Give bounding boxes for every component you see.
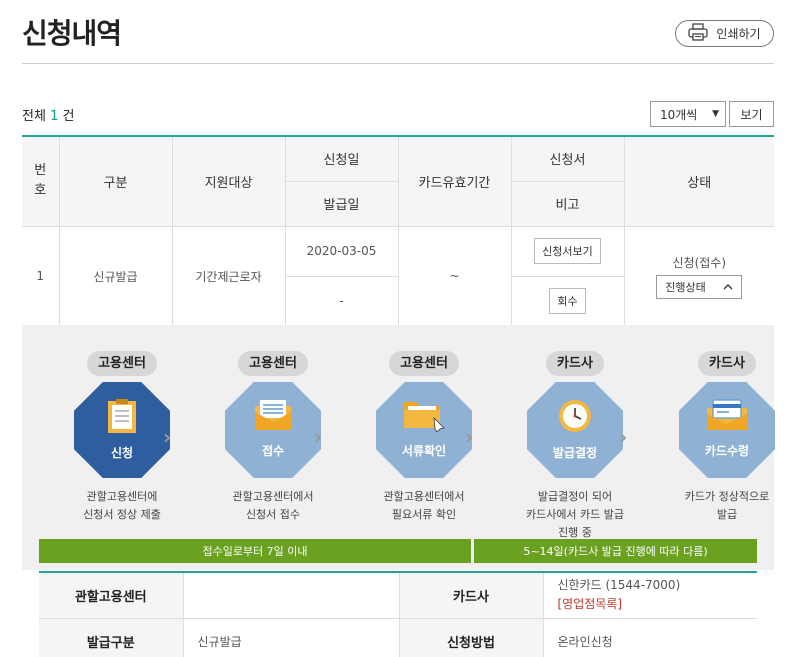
- cell-apply-date: 2020-03-05: [284, 225, 399, 277]
- header-no: 번호: [22, 135, 60, 227]
- step-badge: 신청: [74, 382, 170, 478]
- header-status: 상태: [623, 135, 774, 227]
- step-label: 서류확인: [401, 444, 447, 458]
- per-page-value: 10개씩: [660, 107, 698, 122]
- application-table: 번호 구분 지원대상 신청일 카드유효기간 신청서 상태 발급일 비고 1 신규…: [22, 135, 774, 327]
- step-tag: 고용센터: [238, 351, 308, 376]
- step-badge: 접수: [225, 382, 321, 478]
- step-desc: 관할고용센터에 신청서 정상 제출: [83, 490, 161, 521]
- page-title: 신청내역: [22, 17, 122, 50]
- status-toggle[interactable]: 진행상태: [656, 274, 743, 299]
- total-prefix: 전체: [22, 109, 46, 124]
- chevron-right-icon: ›: [314, 425, 323, 449]
- header-note: 비고: [510, 180, 624, 227]
- clipboard-icon: [105, 398, 139, 438]
- cell-status: 신청(접수) 진행상태: [623, 225, 774, 327]
- issue-type-label: 발급구분: [39, 617, 184, 657]
- chevron-up-icon: [723, 280, 733, 293]
- card-company-value: 신한카드 (1544-7000): [557, 578, 681, 593]
- view-application-button[interactable]: 신청서보기: [534, 238, 601, 264]
- step-desc: 관할고용센터에서 신청서 접수: [232, 490, 314, 521]
- chevron-right-icon: ›: [465, 425, 474, 449]
- step-label: 접수: [261, 444, 285, 458]
- step-label: 발급결정: [552, 446, 598, 460]
- header-issue-date: 발급일: [285, 180, 399, 227]
- status-text: 신청(접수): [672, 255, 727, 270]
- duration-bar-left: 접수일로부터 7일 이내: [39, 539, 471, 563]
- clock-icon: [557, 398, 593, 438]
- step-desc: 발급결정이 되어 카드사에서 카드 발급 진행 중: [525, 490, 625, 539]
- header-application: 신청서: [510, 135, 625, 182]
- step-card-receipt: 카드사 카드수령 카드가 정상적으로 발급: [652, 325, 785, 524]
- step-document-check: 고용센터 서류확인 관할고용센터에서 필요서류 확인: [349, 325, 499, 524]
- view-button[interactable]: 보기: [729, 101, 774, 127]
- step-tag: 고용센터: [87, 351, 157, 376]
- cell-issue-date: -: [285, 275, 399, 327]
- step-apply: 고용센터 신청 관할고용센터에 신청서 정상 제출: [47, 325, 197, 524]
- step-desc: 관할고용센터에서 필요서류 확인: [383, 490, 465, 521]
- cell-target: 기간제근로자: [171, 225, 286, 327]
- card-envelope-icon: [705, 398, 749, 436]
- step-badge: 서류확인: [376, 382, 472, 478]
- folder-icon: [402, 398, 446, 436]
- step-label: 카드수령: [704, 444, 750, 458]
- center-value: [182, 571, 400, 619]
- step-badge: 카드수령: [679, 382, 775, 478]
- total-suffix: 건: [62, 109, 75, 124]
- print-label: 인쇄하기: [716, 27, 761, 41]
- step-label: 신청: [110, 446, 134, 460]
- chevron-right-icon: ›: [619, 425, 628, 449]
- card-company-cell: 신한카드 (1544-7000) [영업점목록]: [542, 571, 758, 619]
- header-category: 구분: [58, 135, 173, 227]
- cell-no: 1: [22, 225, 60, 327]
- step-issue-decision: 카드사 발급결정 발급결정이 되어 카드사에서 카드 발급 진행 중: [500, 325, 650, 542]
- cell-note: 회수: [510, 275, 624, 327]
- header-apply-date: 신청일: [284, 135, 399, 182]
- cell-card-period: ~: [397, 225, 512, 327]
- step-receive: 고용센터 접수 관할고용센터에서 신청서 접수: [198, 325, 348, 524]
- issue-type-value: 신규발급: [182, 617, 400, 657]
- total-count: 전체 1 건: [22, 105, 74, 124]
- center-label: 관할고용센터: [39, 571, 184, 619]
- chevron-right-icon: ›: [163, 425, 172, 449]
- process-steps: 고용센터 신청 관할고용센터에 신청서 정상 제출 › 고용센터 접수 관할고용센…: [22, 325, 775, 570]
- envelope-icon: [253, 398, 293, 436]
- printer-icon: [688, 23, 709, 44]
- duration-bar-right: 5~14일(카드사 발급 진행에 따라 다름): [474, 539, 757, 563]
- method-value: 온라인신청: [542, 617, 757, 657]
- card-company-label: 카드사: [398, 571, 544, 619]
- total-number: 1: [50, 109, 59, 124]
- branch-list-link[interactable]: [영업점목록]: [558, 595, 758, 614]
- status-toggle-label: 진행상태: [665, 280, 706, 294]
- header-target: 지원대상: [171, 135, 286, 227]
- dropdown-arrow-icon: ▼: [712, 109, 719, 119]
- step-desc: 카드가 정상적으로 발급: [684, 490, 770, 521]
- title-divider: [22, 63, 774, 64]
- step-tag: 고용센터: [389, 351, 459, 376]
- table-row: 1 신규발급 기간제근로자 2020-03-05 ~ 신청서보기 신청(접수) …: [22, 225, 774, 327]
- method-label: 신청방법: [398, 617, 544, 657]
- print-button[interactable]: 인쇄하기: [675, 20, 774, 47]
- step-badge: 발급결정: [527, 382, 623, 478]
- cell-category: 신규발급: [58, 225, 173, 327]
- cancel-button[interactable]: 회수: [549, 288, 586, 314]
- header-card-period: 카드유효기간: [397, 135, 512, 227]
- step-tag: 카드사: [546, 351, 604, 376]
- cell-application: 신청서보기: [510, 225, 625, 277]
- detail-table: 관할고용센터 카드사 신한카드 (1544-7000) [영업점목록] 발급구분…: [39, 571, 757, 657]
- per-page-select[interactable]: 10개씩 ▼: [650, 101, 726, 127]
- step-tag: 카드사: [698, 351, 756, 376]
